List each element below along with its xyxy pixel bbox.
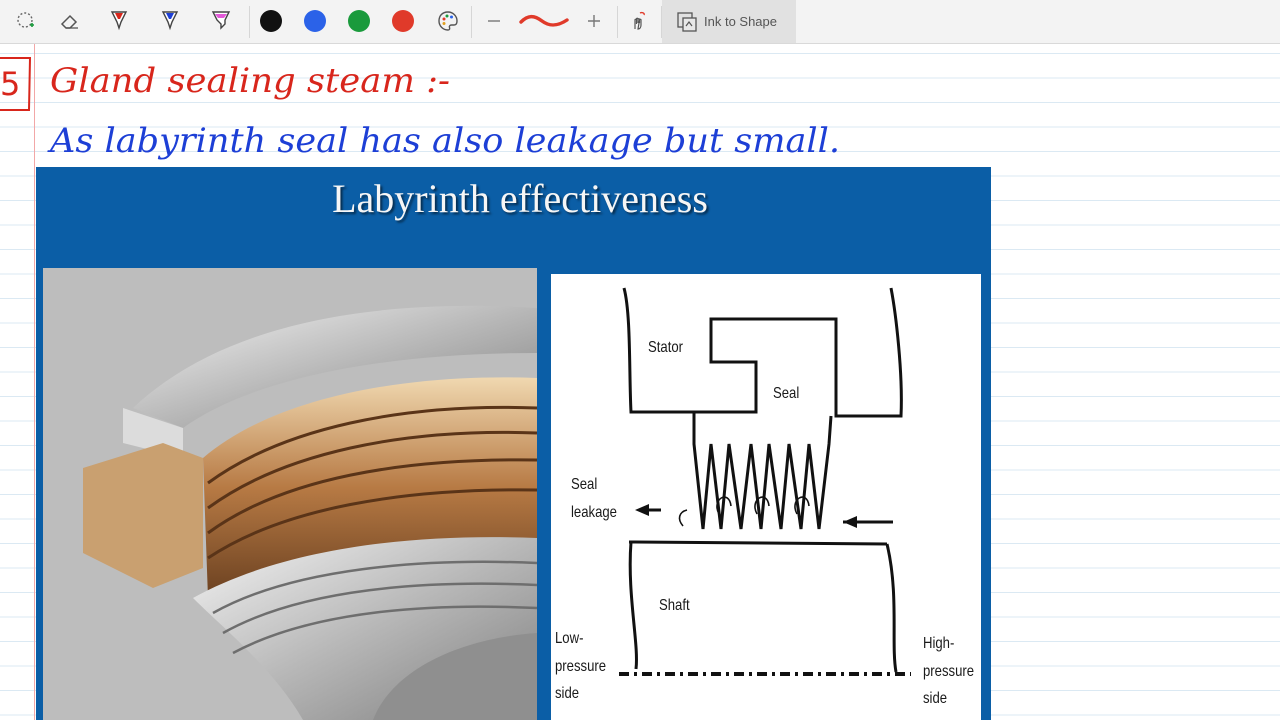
note-heading: Gland sealing steam :- <box>50 61 450 101</box>
high-pressure-label-3: side <box>923 690 948 707</box>
labyrinth-seal-diagram: Stator Seal Seal leakage Shaft Low- pres… <box>551 274 981 720</box>
embedded-slide[interactable]: Labyrinth effectiveness Stator Seal Seal… <box>36 167 991 720</box>
slide-title: Labyrinth effectiveness <box>332 176 708 221</box>
low-pressure-label-1: Low- <box>555 630 584 647</box>
seal-leakage-label-1: Seal <box>571 476 598 493</box>
low-pressure-label-3: side <box>555 685 580 702</box>
seal-leakage-label-2: leakage <box>571 504 617 521</box>
high-pressure-label-2: pressure <box>923 663 975 680</box>
note-line: As labyrinth seal has also leakage but s… <box>47 121 840 161</box>
shaft-label: Shaft <box>659 597 690 614</box>
note-number: 5 <box>0 65 20 103</box>
stator-label: Stator <box>648 339 684 356</box>
handwritten-notes: 5 Gland sealing steam :- As labyrinth se… <box>0 57 840 161</box>
high-pressure-label-1: High- <box>923 635 955 652</box>
labyrinth-seal-photo <box>43 268 537 720</box>
low-pressure-label-2: pressure <box>555 658 607 675</box>
seal-label: Seal <box>773 385 800 402</box>
